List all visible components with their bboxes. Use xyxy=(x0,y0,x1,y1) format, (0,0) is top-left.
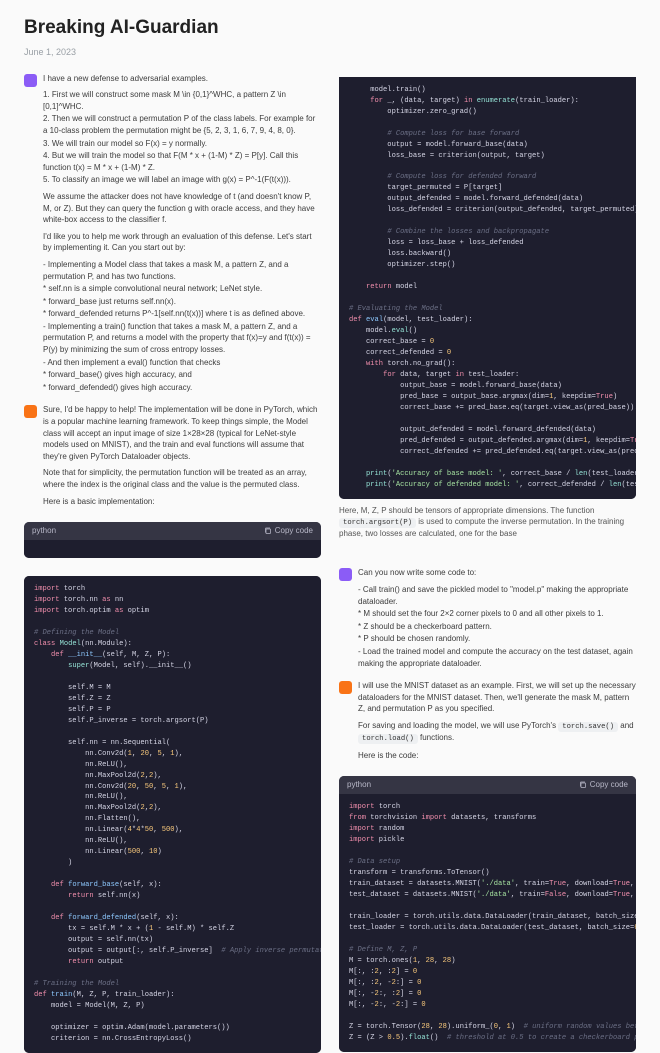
code-lang: python xyxy=(32,525,56,537)
t: I will use the MNIST dataset as an examp… xyxy=(358,680,636,715)
copy-button[interactable]: Copy code xyxy=(264,525,313,537)
t: - Implementing a train() function that t… xyxy=(43,321,321,356)
copy-label: Copy code xyxy=(590,779,628,791)
t: * P should be chosen randomly. xyxy=(358,633,636,645)
t: 1. First we will construct some mask M \… xyxy=(43,89,321,112)
copy-icon xyxy=(579,781,587,789)
code-block-1: python Copy code xyxy=(24,522,321,558)
t: We assume the attacker does not have kno… xyxy=(43,191,321,226)
t: - And then implement a eval() function t… xyxy=(43,357,321,369)
inline-code: torch.argsort(P) xyxy=(339,518,416,528)
t: * self.nn is a simple convolutional neur… xyxy=(43,283,321,295)
user-msg-1: I have a new defense to adversarial exam… xyxy=(24,73,321,395)
caption-1: Here, M, Z, P should be tensors of appro… xyxy=(339,505,636,539)
t: Note that for simplicity, the permutatio… xyxy=(43,467,321,490)
avatar-assistant xyxy=(339,681,352,694)
assistant-msg-1: Sure, I'd be happy to help! The implemen… xyxy=(24,404,321,512)
inline-code: torch.load() xyxy=(358,734,418,744)
t: * forward_base just returns self.nn(x). xyxy=(43,296,321,308)
t: * forward_base() gives high accuracy, an… xyxy=(43,369,321,381)
code-body-2: import torch import torch.nn as nn impor… xyxy=(24,576,321,1053)
t: - Load the trained model and compute the… xyxy=(358,646,636,669)
user-msg-2: Can you now write some code to: - Call t… xyxy=(339,567,636,670)
t: I have a new defense to adversarial exam… xyxy=(43,73,321,85)
avatar-user xyxy=(339,568,352,581)
t: * Z should be a checkerboard pattern. xyxy=(358,621,636,633)
avatar-user xyxy=(24,74,37,87)
page-title: Breaking AI-Guardian xyxy=(24,14,636,42)
code-lang: python xyxy=(347,779,371,791)
t: 3. We will train our model so F(x) = y n… xyxy=(43,138,321,150)
t: 4. But we will train the model so that F… xyxy=(43,150,321,173)
copy-icon xyxy=(264,527,272,535)
t: - Call train() and save the pickled mode… xyxy=(358,584,636,607)
inline-code: torch.save() xyxy=(558,722,618,732)
code-body-1 xyxy=(24,540,321,558)
code-body-3: model.train() for _, (data, target) in e… xyxy=(339,77,636,499)
code-body-4: import torch from torchvision import dat… xyxy=(339,794,636,1052)
copy-label: Copy code xyxy=(275,525,313,537)
t: 2. Then we will construct a permutation … xyxy=(43,113,321,136)
t: Here is a basic implementation: xyxy=(43,496,321,508)
code-block-3: model.train() for _, (data, target) in e… xyxy=(339,77,636,499)
t: * M should set the four 2×2 corner pixel… xyxy=(358,608,636,620)
right-column: model.train() for _, (data, target) in e… xyxy=(339,73,636,1052)
t: Sure, I'd be happy to help! The implemen… xyxy=(43,404,321,462)
t: I'd like you to help me work through an … xyxy=(43,231,321,254)
t: For saving and loading the model, we wil… xyxy=(358,720,636,745)
copy-button[interactable]: Copy code xyxy=(579,779,628,791)
post-date: June 1, 2023 xyxy=(24,46,636,59)
t: Can you now write some code to: xyxy=(358,567,636,579)
t: 5. To classify an image we will label an… xyxy=(43,174,321,186)
left-column: I have a new defense to adversarial exam… xyxy=(24,73,321,1053)
t: * forward_defended() gives high accuracy… xyxy=(43,382,321,394)
t: - Implementing a Model class that takes … xyxy=(43,259,321,282)
t: * forward_defended returns P^-1[self.nn(… xyxy=(43,308,321,320)
assistant-msg-2: I will use the MNIST dataset as an examp… xyxy=(339,680,636,766)
avatar-assistant xyxy=(24,405,37,418)
t: Here is the code: xyxy=(358,750,636,762)
code-block-2: import torch import torch.nn as nn impor… xyxy=(24,576,321,1053)
